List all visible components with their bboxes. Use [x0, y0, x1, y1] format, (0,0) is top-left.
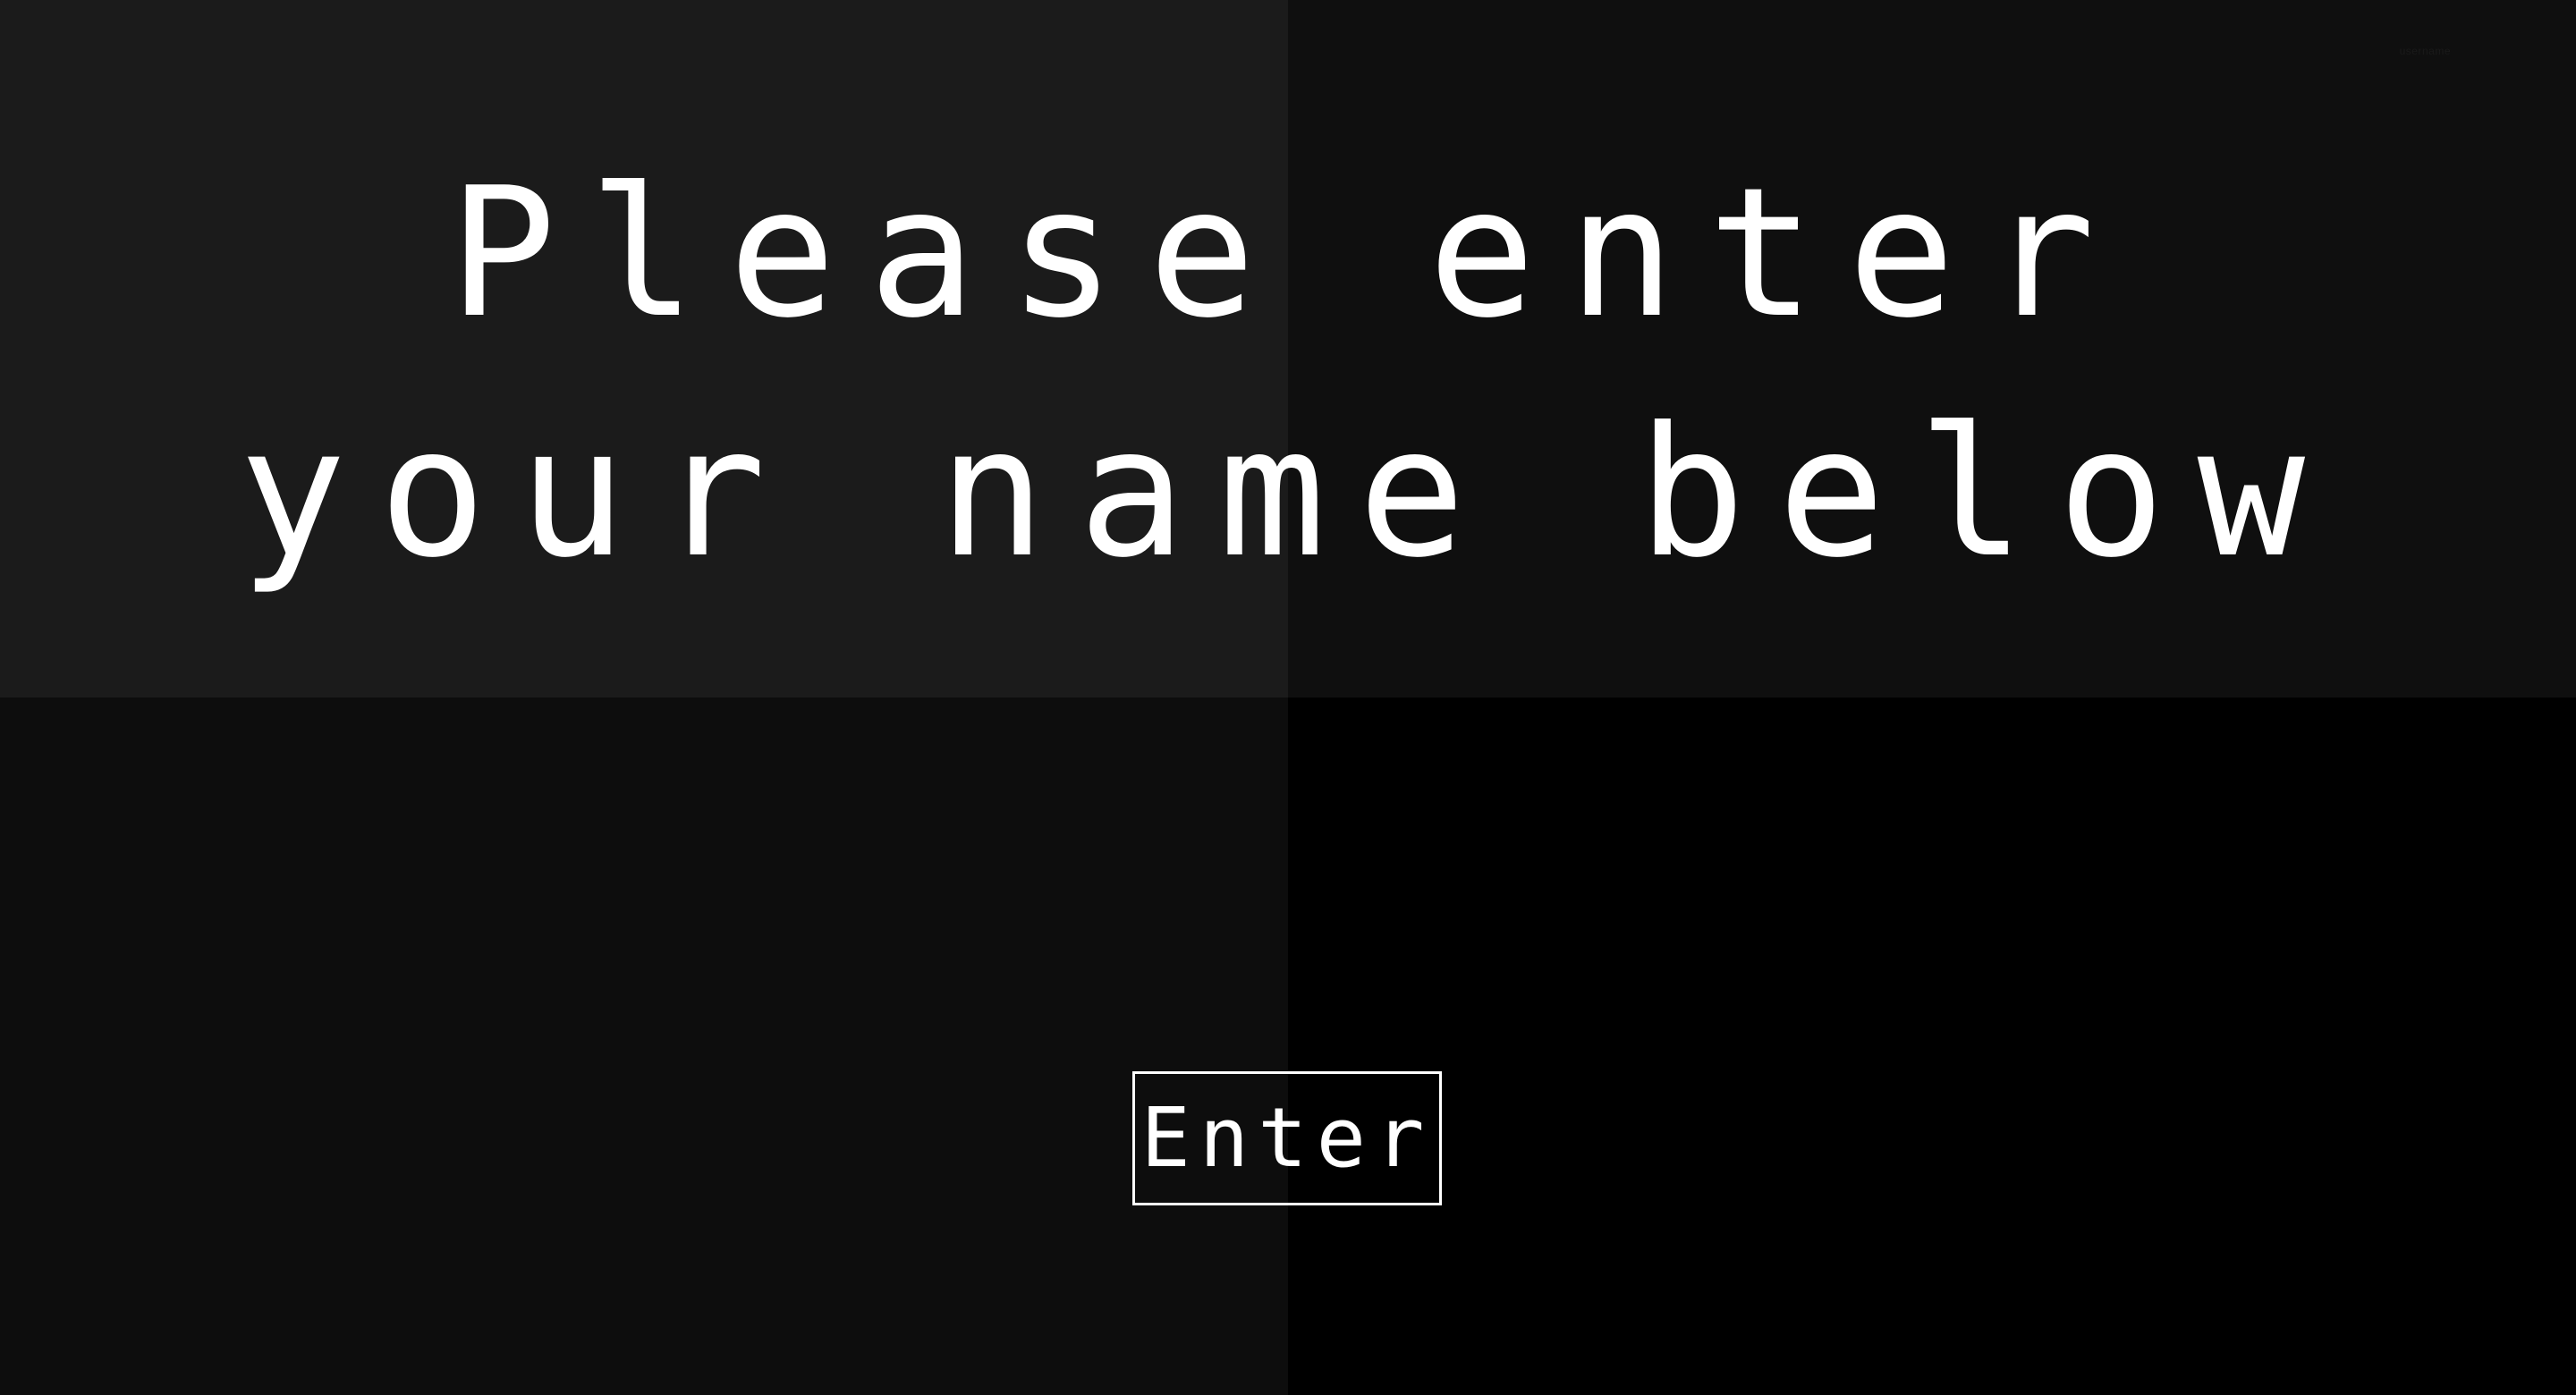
prompt-line-1: Please enter — [448, 149, 2128, 358]
enter-button[interactable]: Enter — [1132, 1071, 1442, 1205]
page: username Please enter your name below En… — [0, 0, 2576, 1395]
prompt-line-2: your name below — [238, 389, 2338, 597]
prompt-heading: Please enter your name below — [0, 134, 2576, 613]
corner-label: username — [2399, 45, 2451, 57]
background-quadrant-bottom-right — [1288, 698, 2576, 1395]
background-quadrant-bottom-left — [0, 698, 1288, 1395]
